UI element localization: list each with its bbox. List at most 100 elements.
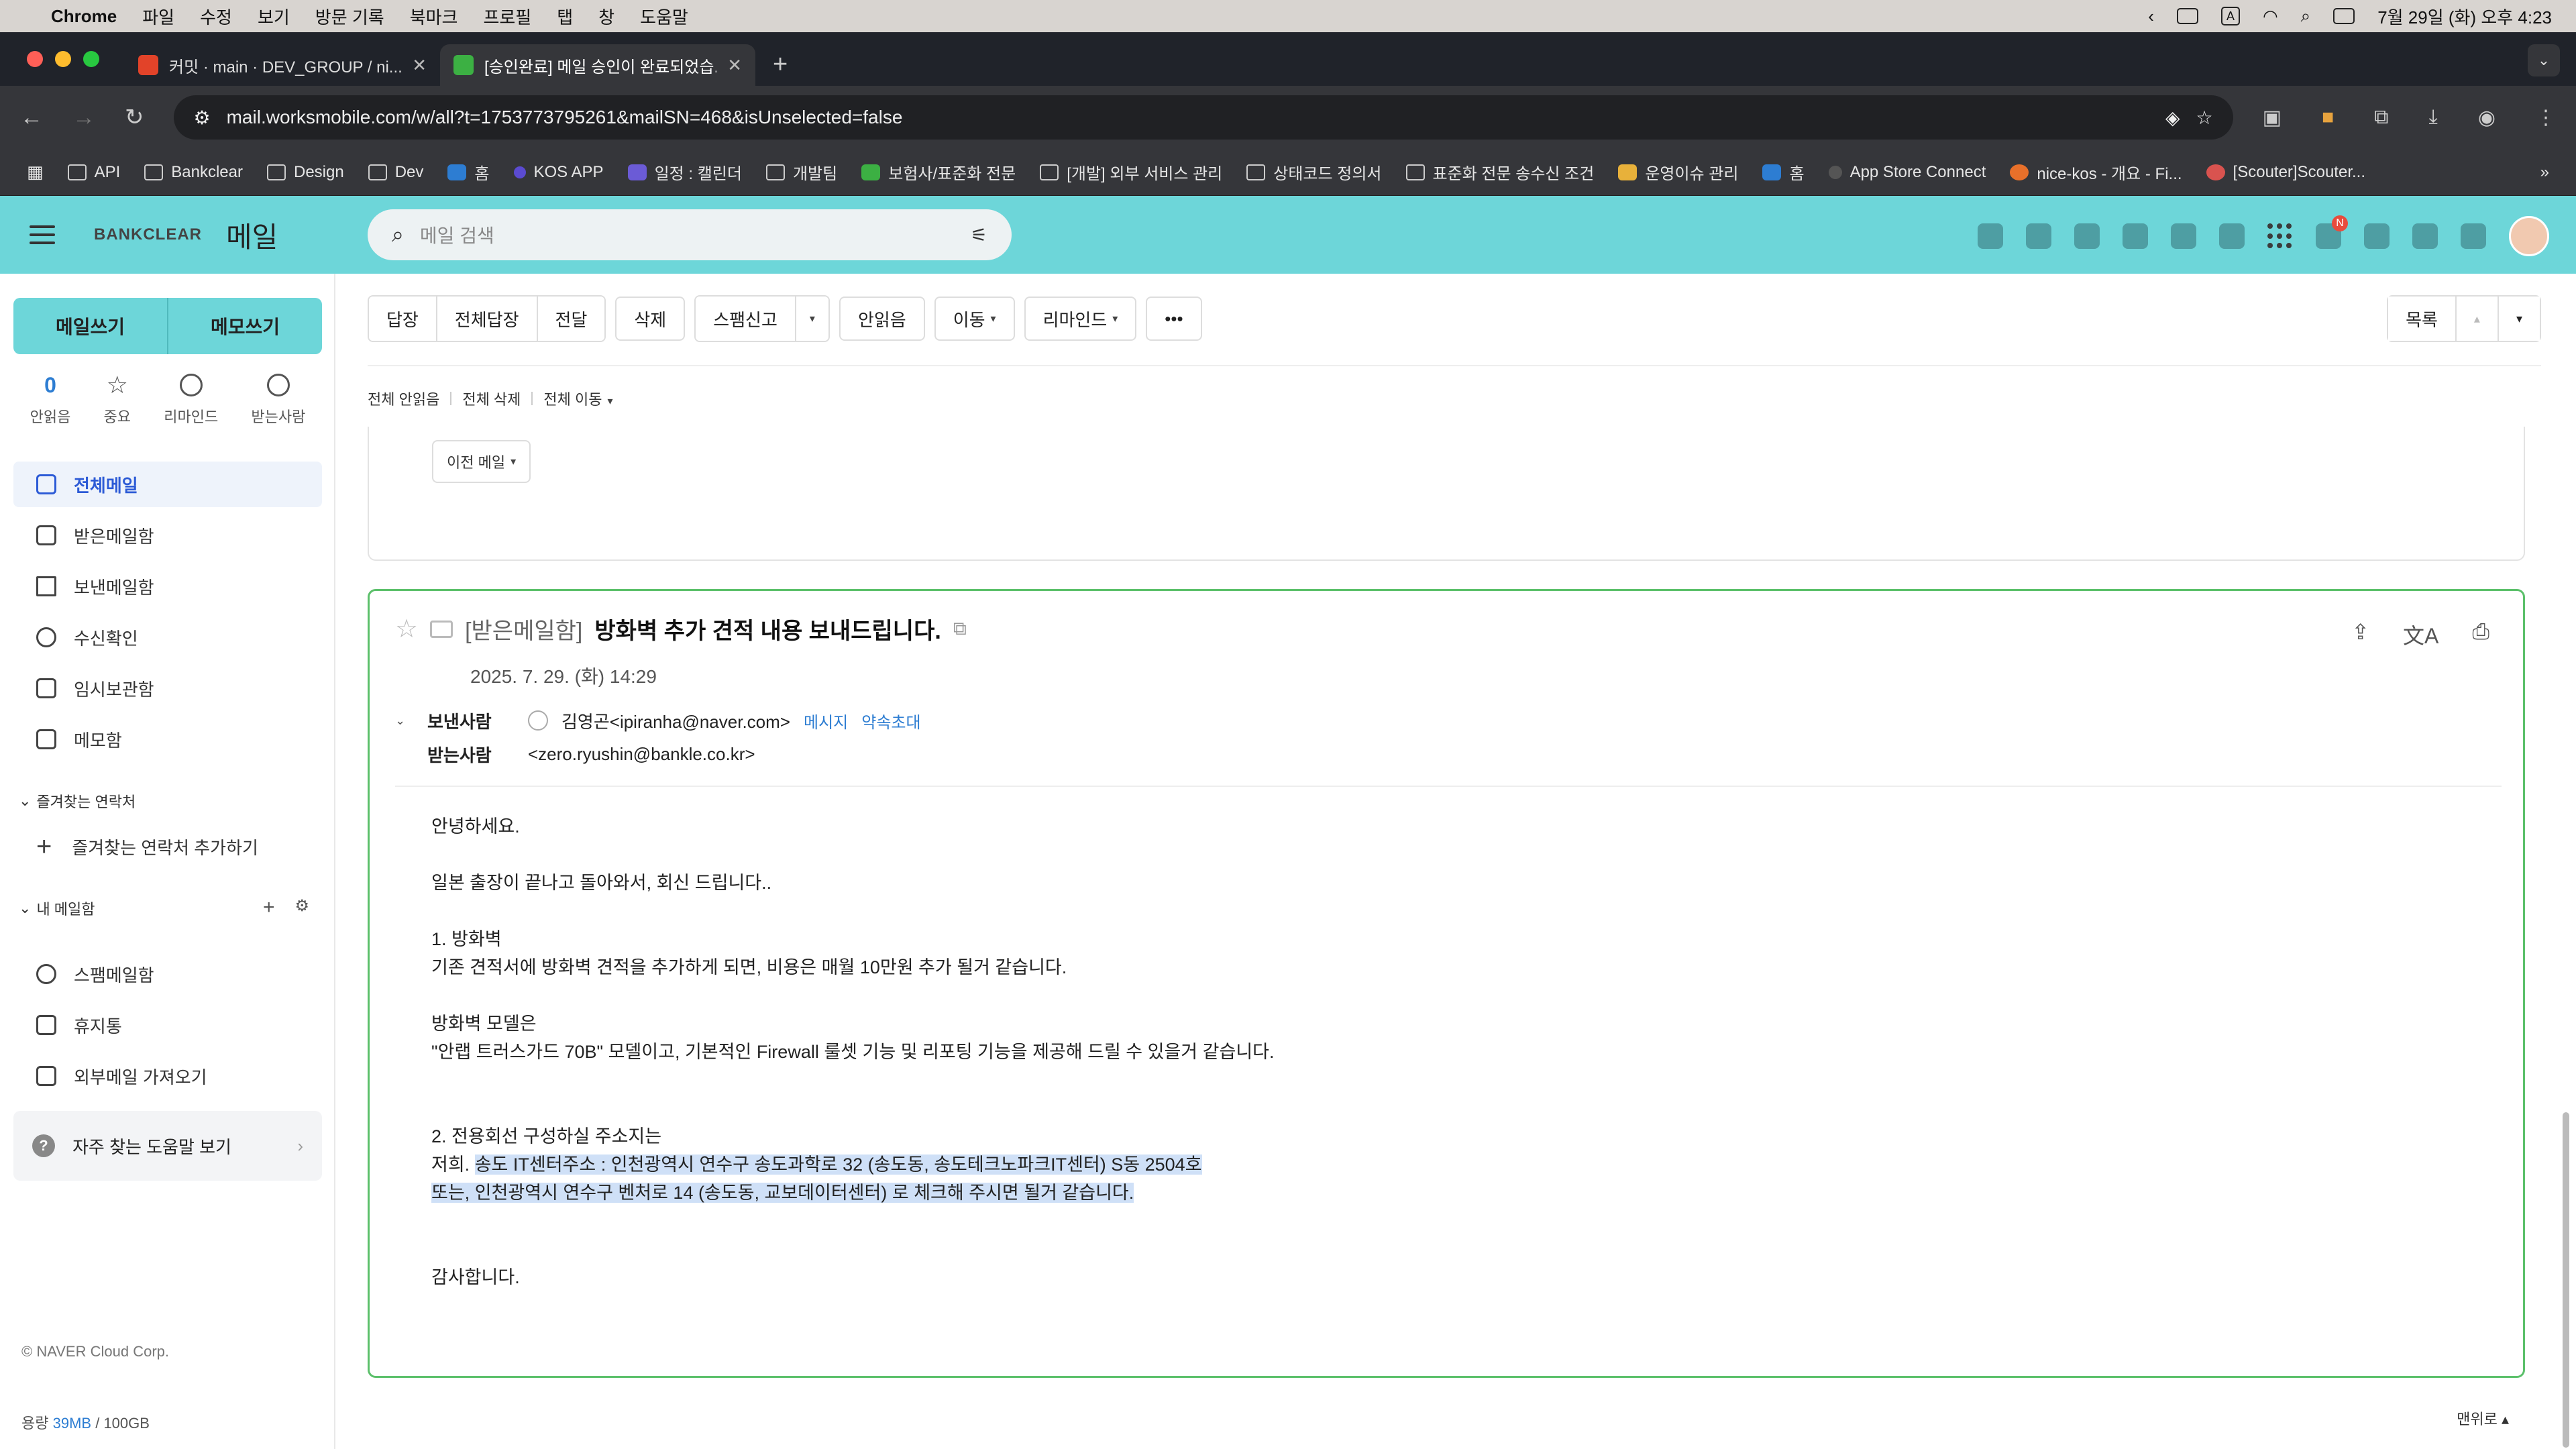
meeting-invite-link[interactable]: 약속초대 xyxy=(861,709,920,733)
close-tab-icon[interactable]: ✕ xyxy=(727,55,742,76)
quick-important[interactable]: ☆ 중요 xyxy=(104,372,131,427)
keyboard-icon[interactable] xyxy=(2176,8,2198,24)
search-filter-icon[interactable]: ⚟ xyxy=(971,224,987,246)
wifi-icon[interactable]: ◠ xyxy=(2263,6,2278,27)
quick-unread[interactable]: 0 안읽음 xyxy=(30,372,71,427)
add-favorite-contact[interactable]: + 즐겨찾는 연락처 추가하기 xyxy=(36,832,258,862)
back-icon[interactable]: ← xyxy=(20,105,43,131)
move-all-link[interactable]: 전체 이동 ▾ xyxy=(543,388,612,409)
spam-dropdown-button[interactable]: ▾ xyxy=(794,297,828,341)
menu-window[interactable]: 창 xyxy=(598,4,614,29)
previous-mail-button[interactable]: 이전 메일 ▾ xyxy=(432,440,531,483)
bookmark-link[interactable]: KOS APP xyxy=(513,163,604,182)
forward-icon[interactable]: → xyxy=(72,105,95,131)
chrome-menu-icon[interactable]: ⋮ xyxy=(2536,106,2556,129)
hamburger-menu-icon[interactable] xyxy=(30,225,55,244)
download-icon[interactable]: ⤓ xyxy=(2429,106,2438,129)
bookmark-link[interactable]: 개발팀 xyxy=(765,160,837,184)
mailbox-settings-icon[interactable]: ⚙ xyxy=(295,896,310,919)
notification-bell-icon[interactable]: N xyxy=(2316,215,2348,249)
brand-logo[interactable]: BANKCLEAR xyxy=(94,225,202,244)
delete-all-link[interactable]: 전체 삭제 xyxy=(462,388,521,409)
camera-icon[interactable]: ▣ xyxy=(2263,106,2282,129)
chat-icon[interactable] xyxy=(2026,223,2051,249)
message-link[interactable]: 메시지 xyxy=(804,709,848,733)
mail-search-input[interactable]: ⌕ 메일 검색 ⚟ xyxy=(368,209,1012,260)
menu-clock[interactable]: 7월 29일 (화) 오후 4:23 xyxy=(2377,4,2552,29)
calendar-icon[interactable] xyxy=(2123,223,2148,249)
more-button[interactable]: ••• xyxy=(1146,297,1202,341)
bookmark-folder[interactable]: Bankclear xyxy=(144,163,243,182)
remind-button[interactable]: 리마인드 ▾ xyxy=(1024,297,1137,341)
forward-button[interactable]: 전달 xyxy=(536,297,605,341)
menu-help[interactable]: 도움말 xyxy=(640,4,688,29)
close-tab-icon[interactable]: ✕ xyxy=(412,55,427,76)
bookmark-link[interactable]: 운영이슈 관리 xyxy=(1618,160,1738,184)
menu-bookmarks[interactable]: 북마크 xyxy=(410,4,458,29)
contacts-icon[interactable] xyxy=(2171,223,2196,249)
write-mail-button[interactable]: 메일쓰기 xyxy=(13,298,168,354)
folder-drafts[interactable]: 임시보관함 xyxy=(13,665,322,711)
menu-profile[interactable]: 프로필 xyxy=(483,4,531,29)
folder-spam[interactable]: 스팸메일함 xyxy=(13,951,322,997)
add-mailbox-icon[interactable]: + xyxy=(263,896,275,919)
bookmark-link[interactable]: nice-kos - 개요 - Fi... xyxy=(2010,160,2182,184)
minimize-window-icon[interactable] xyxy=(55,51,71,67)
reload-icon[interactable]: ↻ xyxy=(125,104,144,131)
reply-button[interactable]: 답장 xyxy=(369,297,436,341)
address-bar[interactable]: ⚙ mail.worksmobile.com/w/all?t=175377379… xyxy=(173,95,2233,140)
organization-icon[interactable] xyxy=(2364,223,2390,249)
folder-trash[interactable]: 휴지통 xyxy=(13,1002,322,1048)
home-icon[interactable] xyxy=(1978,223,2003,249)
user-avatar[interactable] xyxy=(2509,216,2549,256)
reply-all-button[interactable]: 전체답장 xyxy=(435,297,537,341)
extension-icon[interactable]: ◈ xyxy=(2165,107,2180,129)
bookmark-link[interactable]: 홈 xyxy=(447,160,490,184)
favorites-section-toggle[interactable]: ⌄ 즐겨찾는 연락처 xyxy=(19,790,136,812)
menu-view[interactable]: 보기 xyxy=(258,4,290,29)
report-spam-button[interactable]: 스팸신고 xyxy=(696,297,795,341)
mark-unread-button[interactable]: 안읽음 xyxy=(839,297,925,341)
bookmark-link[interactable]: 홈 xyxy=(1762,160,1805,184)
star-icon[interactable]: ☆ xyxy=(395,614,418,644)
write-memo-button[interactable]: 메모쓰기 xyxy=(168,298,322,354)
drive-icon[interactable] xyxy=(2219,223,2245,249)
quick-remind[interactable]: 리마인드 xyxy=(164,372,218,427)
move-button[interactable]: 이동 ▾ xyxy=(934,297,1015,341)
site-info-icon[interactable]: ⚙ xyxy=(194,107,211,129)
maximize-window-icon[interactable] xyxy=(83,51,99,67)
bookmark-link[interactable]: 보험사/표준화 전문 xyxy=(861,160,1016,184)
tab-search-icon[interactable]: ⌄ xyxy=(2528,44,2560,76)
control-center-icon[interactable] xyxy=(2333,8,2355,24)
bookmark-folder[interactable]: Design xyxy=(267,163,344,182)
folder-inbox[interactable]: 받은메일함 xyxy=(13,513,322,558)
prev-mail-arrow-icon[interactable]: ▴ xyxy=(2455,297,2498,341)
all-apps-icon[interactable] xyxy=(2267,223,2293,249)
my-mailbox-section-toggle[interactable]: ⌄ 내 메일함 xyxy=(19,898,95,919)
envelope-icon[interactable] xyxy=(430,620,453,638)
apps-grid-icon[interactable]: ▦ xyxy=(27,162,44,182)
bookmark-link[interactable]: 상태코드 정의서 xyxy=(1246,160,1382,184)
sender-address[interactable]: 김영곤<ipiranha@naver.com> xyxy=(561,708,790,733)
input-source-icon[interactable]: A xyxy=(2220,7,2240,25)
bookmark-link[interactable]: 표준화 전문 송수신 조건 xyxy=(1405,160,1594,184)
quick-to-me[interactable]: 받는사람 xyxy=(251,372,305,427)
sender-profile-icon[interactable] xyxy=(528,710,548,731)
bookmark-link[interactable]: 일정 : 캘린더 xyxy=(627,160,742,184)
bookmark-folder[interactable]: Dev xyxy=(368,163,423,182)
spotlight-search-icon[interactable]: ⌕ xyxy=(2301,5,2311,27)
help-icon[interactable] xyxy=(2412,223,2438,249)
chevron-left-icon[interactable]: ‹ xyxy=(2148,6,2154,27)
close-window-icon[interactable] xyxy=(27,51,43,67)
bookmark-link[interactable]: [개발] 외부 서비스 관리 xyxy=(1040,160,1222,184)
bookmark-folder[interactable]: API xyxy=(67,163,120,182)
bookmark-star-icon[interactable]: ☆ xyxy=(2196,107,2213,129)
menu-file[interactable]: 파일 xyxy=(142,4,174,29)
folder-external-import[interactable]: 외부메일 가져오기 xyxy=(13,1053,322,1099)
menu-history[interactable]: 방문 기록 xyxy=(315,4,384,29)
mark-all-unread-link[interactable]: 전체 안읽음 xyxy=(368,388,439,409)
folder-memo[interactable]: 메모함 xyxy=(13,716,322,762)
bookmark-link[interactable]: App Store Connect xyxy=(1828,163,1986,182)
browser-tab-mail[interactable]: [승인완료] 메일 승인이 완료되었습... ✕ xyxy=(440,44,755,86)
open-new-window-icon[interactable]: ⧉ xyxy=(953,618,967,640)
